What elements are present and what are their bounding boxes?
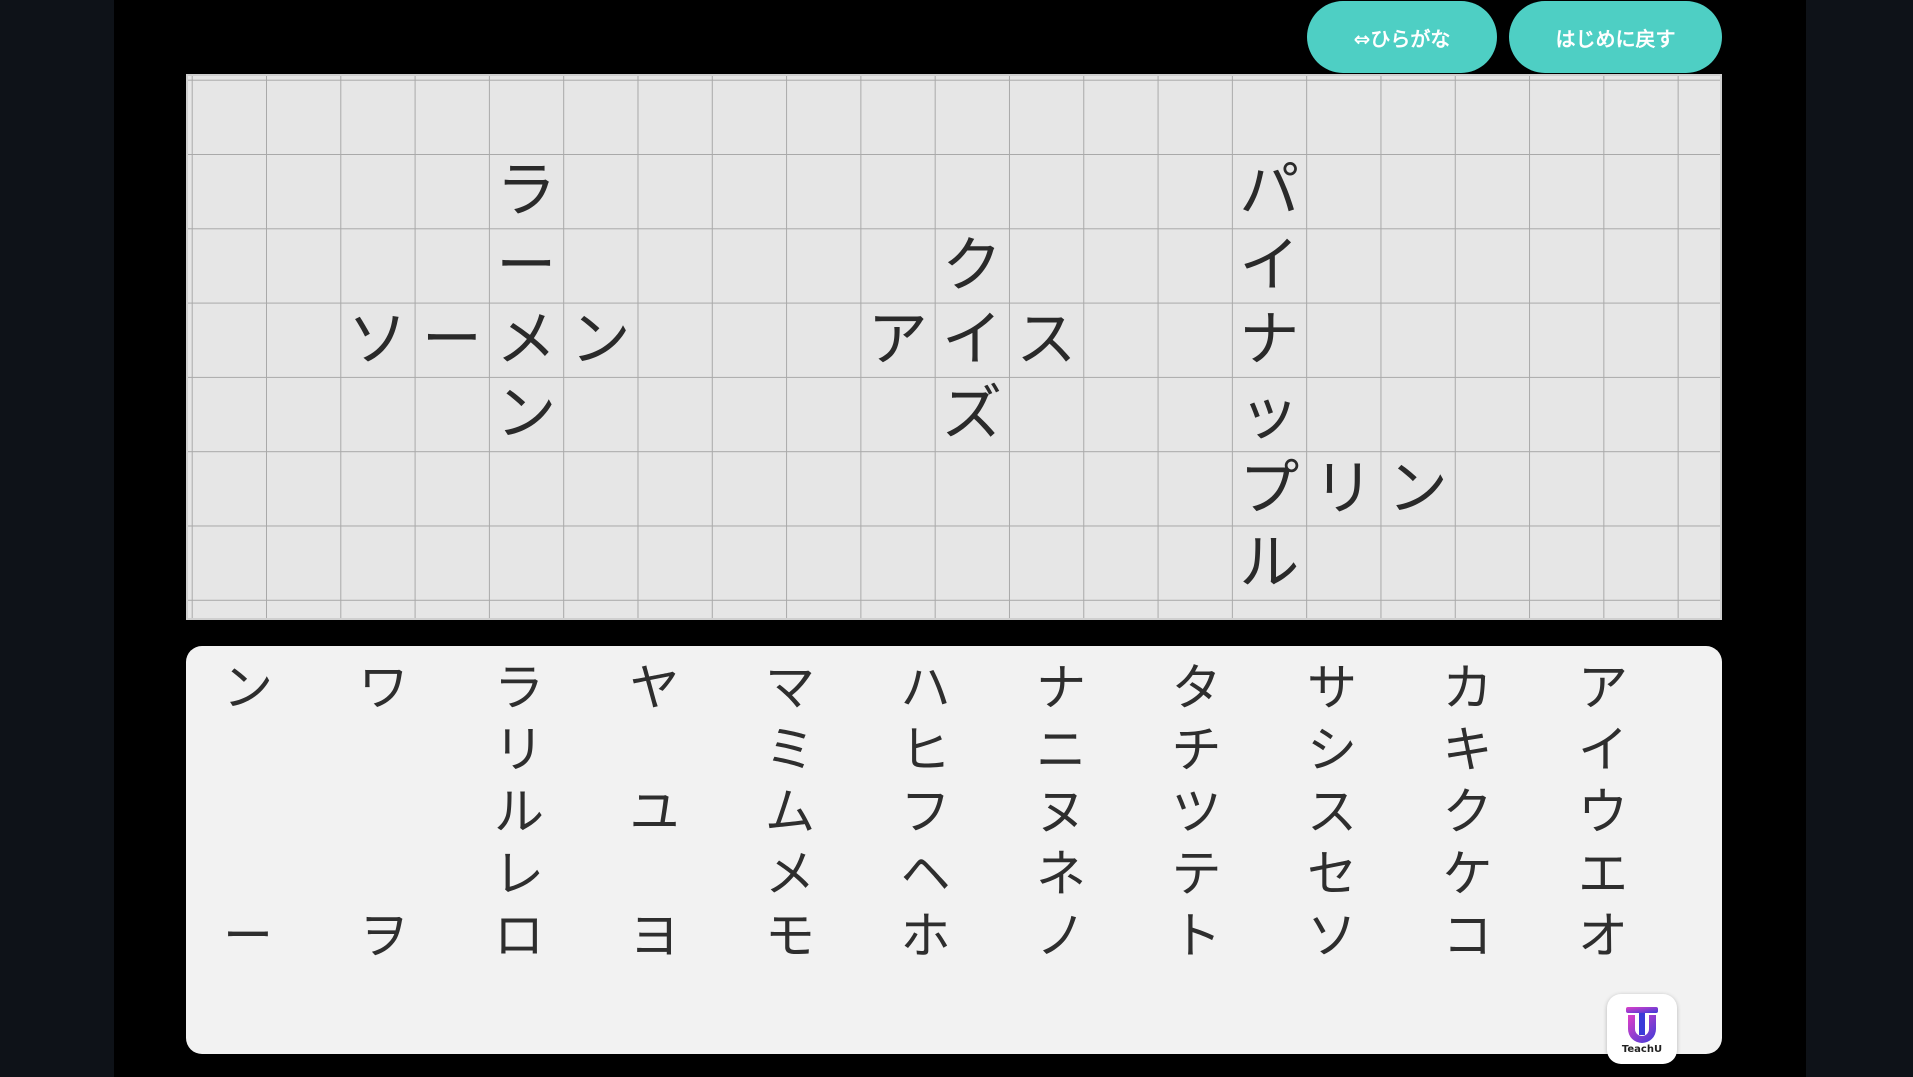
grid-cell[interactable]: ス (1009, 303, 1083, 377)
kana-key[interactable]: カ (1428, 660, 1508, 716)
grid-cell[interactable]: ー (489, 229, 563, 303)
kana-key[interactable]: タ (1157, 660, 1237, 716)
kana-key[interactable]: ル (479, 784, 559, 840)
kana-key[interactable]: エ (1563, 846, 1643, 902)
kana-key[interactable]: オ (1563, 908, 1643, 964)
kana-key[interactable]: ユ (615, 784, 695, 840)
kana-key[interactable]: フ (886, 784, 966, 840)
kana-key[interactable]: ナ (1021, 660, 1101, 716)
kana-key[interactable]: レ (479, 846, 559, 902)
kana-key[interactable]: メ (750, 846, 830, 902)
kana-key[interactable]: ノ (1021, 908, 1101, 964)
kana-key[interactable]: ト (1157, 908, 1237, 964)
kana-key[interactable]: ツ (1157, 784, 1237, 840)
grid-cell[interactable]: プ (1232, 452, 1306, 526)
kana-key[interactable]: ー (208, 908, 288, 964)
grid-cell[interactable]: ズ (935, 377, 1009, 451)
toggle-hiragana-button[interactable]: ⇔ひらがな (1307, 1, 1497, 73)
kana-key[interactable]: ヲ (344, 908, 424, 964)
kana-key[interactable]: ケ (1428, 846, 1508, 902)
grid-cell[interactable]: ラ (489, 154, 563, 228)
grid-cell[interactable]: ル (1232, 526, 1306, 600)
kana-key[interactable]: モ (750, 908, 830, 964)
katakana-keyboard: ンー ワヲ ラリルレロ ヤユヨ マミムメモ ハヒフヘホ ナニヌネノ タチツテト サシスセソ カキク… (186, 646, 1722, 1054)
kana-key[interactable]: ネ (1021, 846, 1101, 902)
kana-key[interactable]: ム (750, 784, 830, 840)
kana-key[interactable]: テ (1157, 846, 1237, 902)
kana-key[interactable]: ヒ (886, 722, 966, 778)
logo-label: TeachU (1621, 1043, 1663, 1055)
kana-key[interactable]: ホ (886, 908, 966, 964)
kana-key[interactable]: ソ (1292, 908, 1372, 964)
grid-cell[interactable]: ナ (1232, 303, 1306, 377)
reset-button[interactable]: はじめに戻す (1509, 1, 1722, 73)
kana-key[interactable]: シ (1292, 722, 1372, 778)
kana-key[interactable]: ン (208, 660, 288, 716)
grid-cell[interactable]: メ (489, 303, 563, 377)
teachu-logo: TeachU (1607, 994, 1677, 1064)
kana-key[interactable]: イ (1563, 722, 1643, 778)
grid-cell[interactable]: リ (1307, 452, 1381, 526)
kana-key[interactable]: リ (479, 722, 559, 778)
kana-key[interactable]: ラ (479, 660, 559, 716)
kana-key[interactable]: ヘ (886, 846, 966, 902)
kana-key[interactable]: ミ (750, 722, 830, 778)
grid-cell[interactable]: ン (1381, 452, 1455, 526)
kana-key[interactable]: マ (750, 660, 830, 716)
kana-key[interactable]: ヌ (1021, 784, 1101, 840)
kana-key[interactable]: ニ (1021, 722, 1101, 778)
kana-key[interactable]: セ (1292, 846, 1372, 902)
grid-cell[interactable]: イ (1232, 229, 1306, 303)
grid-cell[interactable]: ー (415, 303, 489, 377)
kana-key[interactable]: ヨ (615, 908, 695, 964)
kana-key[interactable]: ハ (886, 660, 966, 716)
grid-cell[interactable]: ク (935, 229, 1009, 303)
grid-cell[interactable]: ン (489, 377, 563, 451)
grid-cell[interactable]: イ (935, 303, 1009, 377)
kana-key[interactable]: ワ (344, 660, 424, 716)
kana-key[interactable]: ロ (479, 908, 559, 964)
grid-cell[interactable]: ン (564, 303, 638, 377)
kana-key[interactable]: ヤ (615, 660, 695, 716)
kana-key[interactable]: チ (1157, 722, 1237, 778)
kana-key[interactable]: ウ (1563, 784, 1643, 840)
kana-key[interactable]: ス (1292, 784, 1372, 840)
kana-key[interactable]: サ (1292, 660, 1372, 716)
teachu-logo-icon (1626, 1006, 1658, 1043)
grid-cell[interactable]: ソ (341, 303, 415, 377)
crossword-grid[interactable]: ラパークイソーメンアイスナンズップリンル (186, 74, 1722, 620)
kana-key[interactable]: ク (1428, 784, 1508, 840)
grid-cell[interactable]: ッ (1232, 377, 1306, 451)
kana-key[interactable]: ア (1563, 660, 1643, 716)
grid-cell[interactable]: パ (1232, 154, 1306, 228)
kana-key[interactable]: コ (1428, 908, 1508, 964)
kana-key[interactable]: キ (1428, 722, 1508, 778)
grid-cell[interactable]: ア (861, 303, 935, 377)
